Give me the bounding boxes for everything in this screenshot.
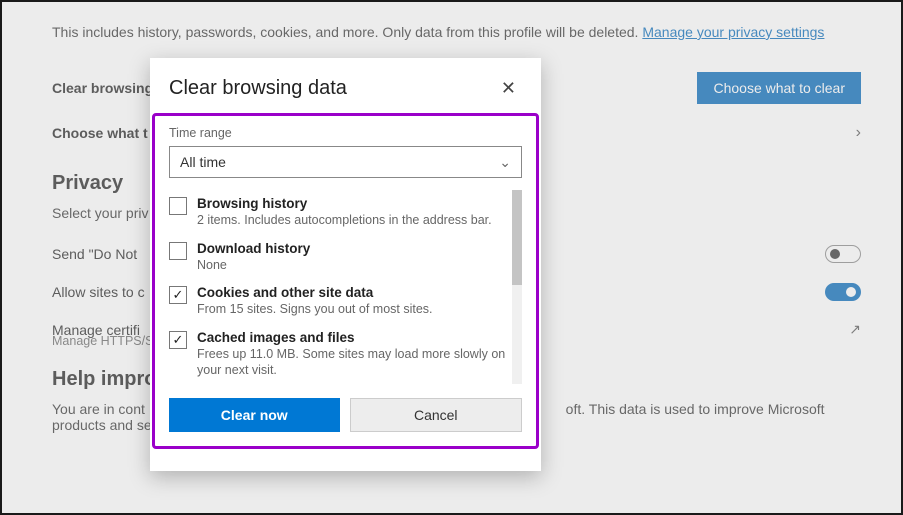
option-download-history: Download history None: [169, 235, 508, 280]
dnt-label: Send "Do Not: [52, 246, 137, 262]
checkbox-download-history[interactable]: [169, 242, 187, 260]
choose-what-to-clear-button[interactable]: Choose what to clear: [697, 72, 861, 104]
chevron-right-icon[interactable]: ›: [856, 124, 861, 142]
option-title: Download history: [197, 241, 310, 256]
external-link-icon[interactable]: ↗: [849, 321, 861, 338]
option-title: Cookies and other site data: [197, 285, 433, 300]
allow-sites-toggle[interactable]: [825, 283, 861, 301]
dialog-highlight: Time range All time ⌄ Browsing history 2…: [152, 113, 539, 449]
dnt-toggle[interactable]: [825, 245, 861, 263]
option-cached: ✓ Cached images and files Frees up 11.0 …: [169, 324, 508, 384]
checkbox-cached[interactable]: ✓: [169, 331, 187, 349]
option-cookies: ✓ Cookies and other site data From 15 si…: [169, 279, 508, 324]
choose-what-label: Choose what t: [52, 125, 148, 141]
clear-browsing-dialog: Clear browsing data ✕ Time range All tim…: [150, 58, 541, 471]
time-range-label: Time range: [169, 126, 522, 140]
option-desc: None: [197, 258, 310, 274]
time-range-value: All time: [180, 154, 226, 170]
option-browsing-history: Browsing history 2 items. Includes autoc…: [169, 190, 508, 235]
privacy-settings-link[interactable]: Manage your privacy settings: [642, 24, 824, 40]
scrollbar-thumb[interactable]: [512, 190, 522, 285]
option-title: Cached images and files: [197, 330, 508, 345]
option-desc: Frees up 11.0 MB. Some sites may load mo…: [197, 347, 508, 378]
scrollbar[interactable]: [512, 190, 522, 384]
option-desc: From 15 sites. Signs you out of most sit…: [197, 302, 433, 318]
clear-browsing-label: Clear browsing: [52, 80, 153, 96]
option-title: Browsing history: [197, 196, 492, 211]
time-range-select[interactable]: All time ⌄: [169, 146, 522, 178]
cancel-button[interactable]: Cancel: [350, 398, 523, 432]
clear-now-button[interactable]: Clear now: [169, 398, 340, 432]
option-desc: 2 items. Includes autocompletions in the…: [197, 213, 492, 229]
close-icon[interactable]: ✕: [495, 76, 522, 101]
options-list: Browsing history 2 items. Includes autoc…: [169, 190, 522, 384]
checkbox-cookies[interactable]: ✓: [169, 286, 187, 304]
chevron-down-icon: ⌄: [499, 154, 511, 171]
help-text-prefix: You are in cont: [52, 401, 145, 417]
dialog-title: Clear browsing data: [169, 77, 347, 100]
allow-sites-label: Allow sites to c: [52, 284, 145, 300]
checkbox-browsing-history[interactable]: [169, 197, 187, 215]
intro-text: This includes history, passwords, cookie…: [52, 24, 642, 40]
